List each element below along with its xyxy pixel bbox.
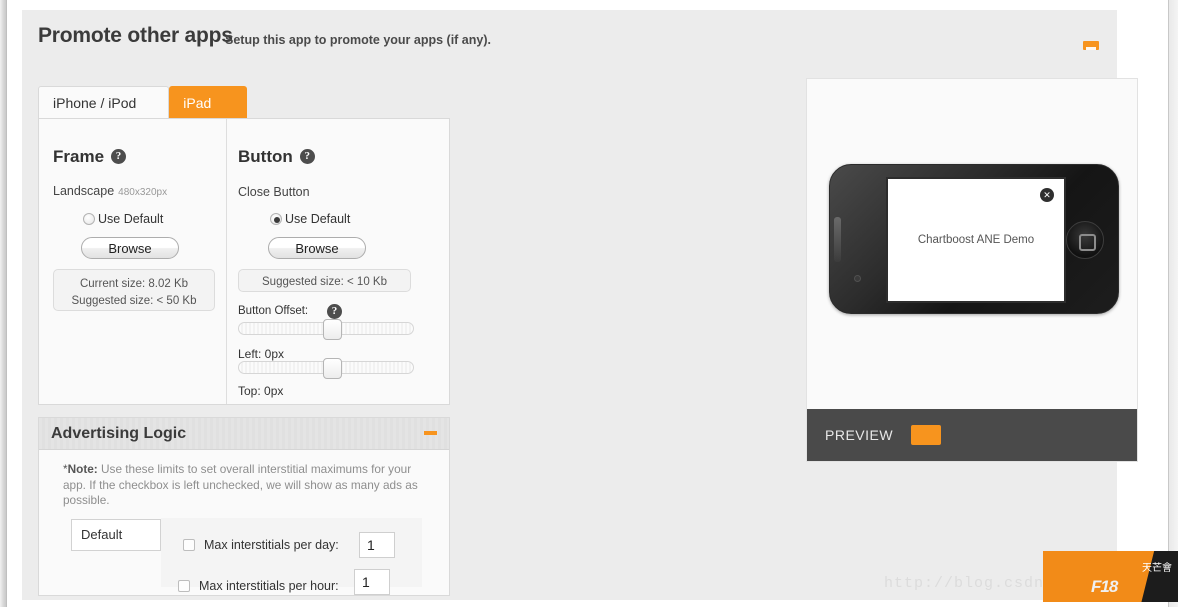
button-heading: Button?: [238, 147, 315, 167]
frame-use-default-radio[interactable]: [83, 213, 95, 225]
advertising-note: *Note: Use these limits to set overall i…: [63, 462, 429, 509]
button-offset-left-value: Left: 0px: [238, 347, 285, 361]
max-per-hour-label: Max interstitials per hour:: [199, 579, 339, 593]
page-title: Promote other apps: [38, 24, 233, 47]
frame-heading: Frame?: [53, 147, 127, 167]
tab-iphone-ipod[interactable]: iPhone / iPod: [38, 86, 170, 119]
logo-cn-text: 天芒會: [1142, 563, 1172, 574]
advertising-logic-header: Advertising Logic: [39, 418, 449, 450]
button-offset-top-slider[interactable]: [238, 358, 414, 379]
button-offset-label: Button Offset:: [238, 305, 309, 317]
phone-screen: ✕ Chartboost ANE Demo: [886, 177, 1066, 303]
close-button-label: Close Button: [238, 185, 310, 199]
button-column: Button? Close Button Use Default Browse …: [228, 119, 450, 404]
question-mark-icon[interactable]: ?: [111, 149, 127, 164]
button-browse-button[interactable]: Browse: [268, 237, 366, 259]
advertising-logic-panel: Advertising Logic *Note: Use these limit…: [38, 417, 450, 596]
note-bold: Note:: [67, 462, 98, 476]
preview-bar: PREVIEW: [807, 409, 1137, 461]
minus-icon[interactable]: [1083, 41, 1099, 50]
close-x-icon[interactable]: ✕: [1040, 188, 1054, 202]
max-per-day-input[interactable]: 1: [359, 532, 395, 558]
frame-suggested-size: Suggested size: < 50 Kb: [71, 295, 197, 307]
button-size-info: Suggested size: < 10 Kb: [238, 269, 411, 292]
frame-orientation: Landscape 480x320px: [53, 184, 168, 198]
question-mark-icon[interactable]: ?: [299, 149, 315, 164]
watermark-logo: F18 天芒會: [1043, 551, 1178, 602]
page-subtitle: Setup this app to promote your apps (if …: [225, 33, 491, 47]
page-scrollbar-right[interactable]: [1168, 0, 1178, 607]
device-tabs: iPhone / iPod iPad: [38, 86, 248, 119]
button-offset-top-value: Top: 0px: [238, 384, 284, 398]
tab-ipad[interactable]: iPad: [169, 86, 248, 119]
preview-label: PREVIEW: [825, 427, 894, 443]
max-per-hour-checkbox[interactable]: [178, 580, 190, 592]
logo-text: F18: [1091, 577, 1118, 596]
slider-handle[interactable]: [323, 358, 342, 379]
preview-panel: ✕ Chartboost ANE Demo PREVIEW: [806, 78, 1138, 462]
frame-dimensions: 480x320px: [118, 187, 168, 198]
frame-current-size: Current size: 8.02 Kb: [79, 278, 189, 290]
home-button-icon: [1066, 221, 1104, 259]
max-per-day-label: Max interstitials per day:: [204, 538, 339, 552]
frame-and-button-card: Frame? Landscape 480x320px Use Default Br…: [38, 118, 450, 405]
frame-use-default-label: Use Default: [98, 212, 164, 226]
frame-size-info: Current size: 8.02 Kb Suggested size: < …: [53, 269, 215, 311]
ad-profile-select[interactable]: Default: [71, 519, 161, 551]
preview-screen-text: Chartboost ANE Demo: [917, 234, 1035, 246]
button-use-default-row[interactable]: Use Default: [270, 212, 350, 226]
camera-icon: [854, 275, 861, 282]
limit-row-per-day[interactable]: Max interstitials per day:: [183, 534, 339, 556]
limit-row-per-hour[interactable]: Max interstitials per hour:: [178, 575, 339, 597]
button-use-default-radio[interactable]: [270, 213, 282, 225]
frame-use-default-row[interactable]: Use Default: [83, 212, 163, 226]
ad-limits-group: Max interstitials per day: 1 Max interst…: [161, 518, 422, 595]
promote-other-apps-panel: Promote other apps Setup this app to pro…: [22, 10, 1138, 600]
max-per-hour-input[interactable]: 1: [354, 569, 390, 595]
preview-color-swatch[interactable]: [911, 425, 942, 445]
iphone-mockup: ✕ Chartboost ANE Demo: [829, 164, 1119, 314]
note-text: Use these limits to set overall intersti…: [63, 462, 418, 507]
slider-handle[interactable]: [323, 319, 342, 340]
minus-icon[interactable]: [424, 431, 437, 435]
page-scrollbar-left[interactable]: [0, 0, 7, 607]
panel-header: Promote other apps Setup this app to pro…: [22, 10, 1117, 72]
frame-browse-button[interactable]: Browse: [81, 237, 179, 259]
max-per-day-checkbox[interactable]: [183, 539, 195, 551]
advertising-logic-title: Advertising Logic: [51, 425, 187, 442]
button-offset-left-slider[interactable]: [238, 319, 414, 340]
frame-column: Frame? Landscape 480x320px Use Default Br…: [39, 119, 227, 404]
button-use-default-label: Use Default: [285, 212, 351, 226]
button-suggested-size: Suggested size: < 10 Kb: [262, 276, 387, 288]
question-mark-icon[interactable]: ?: [327, 304, 342, 319]
